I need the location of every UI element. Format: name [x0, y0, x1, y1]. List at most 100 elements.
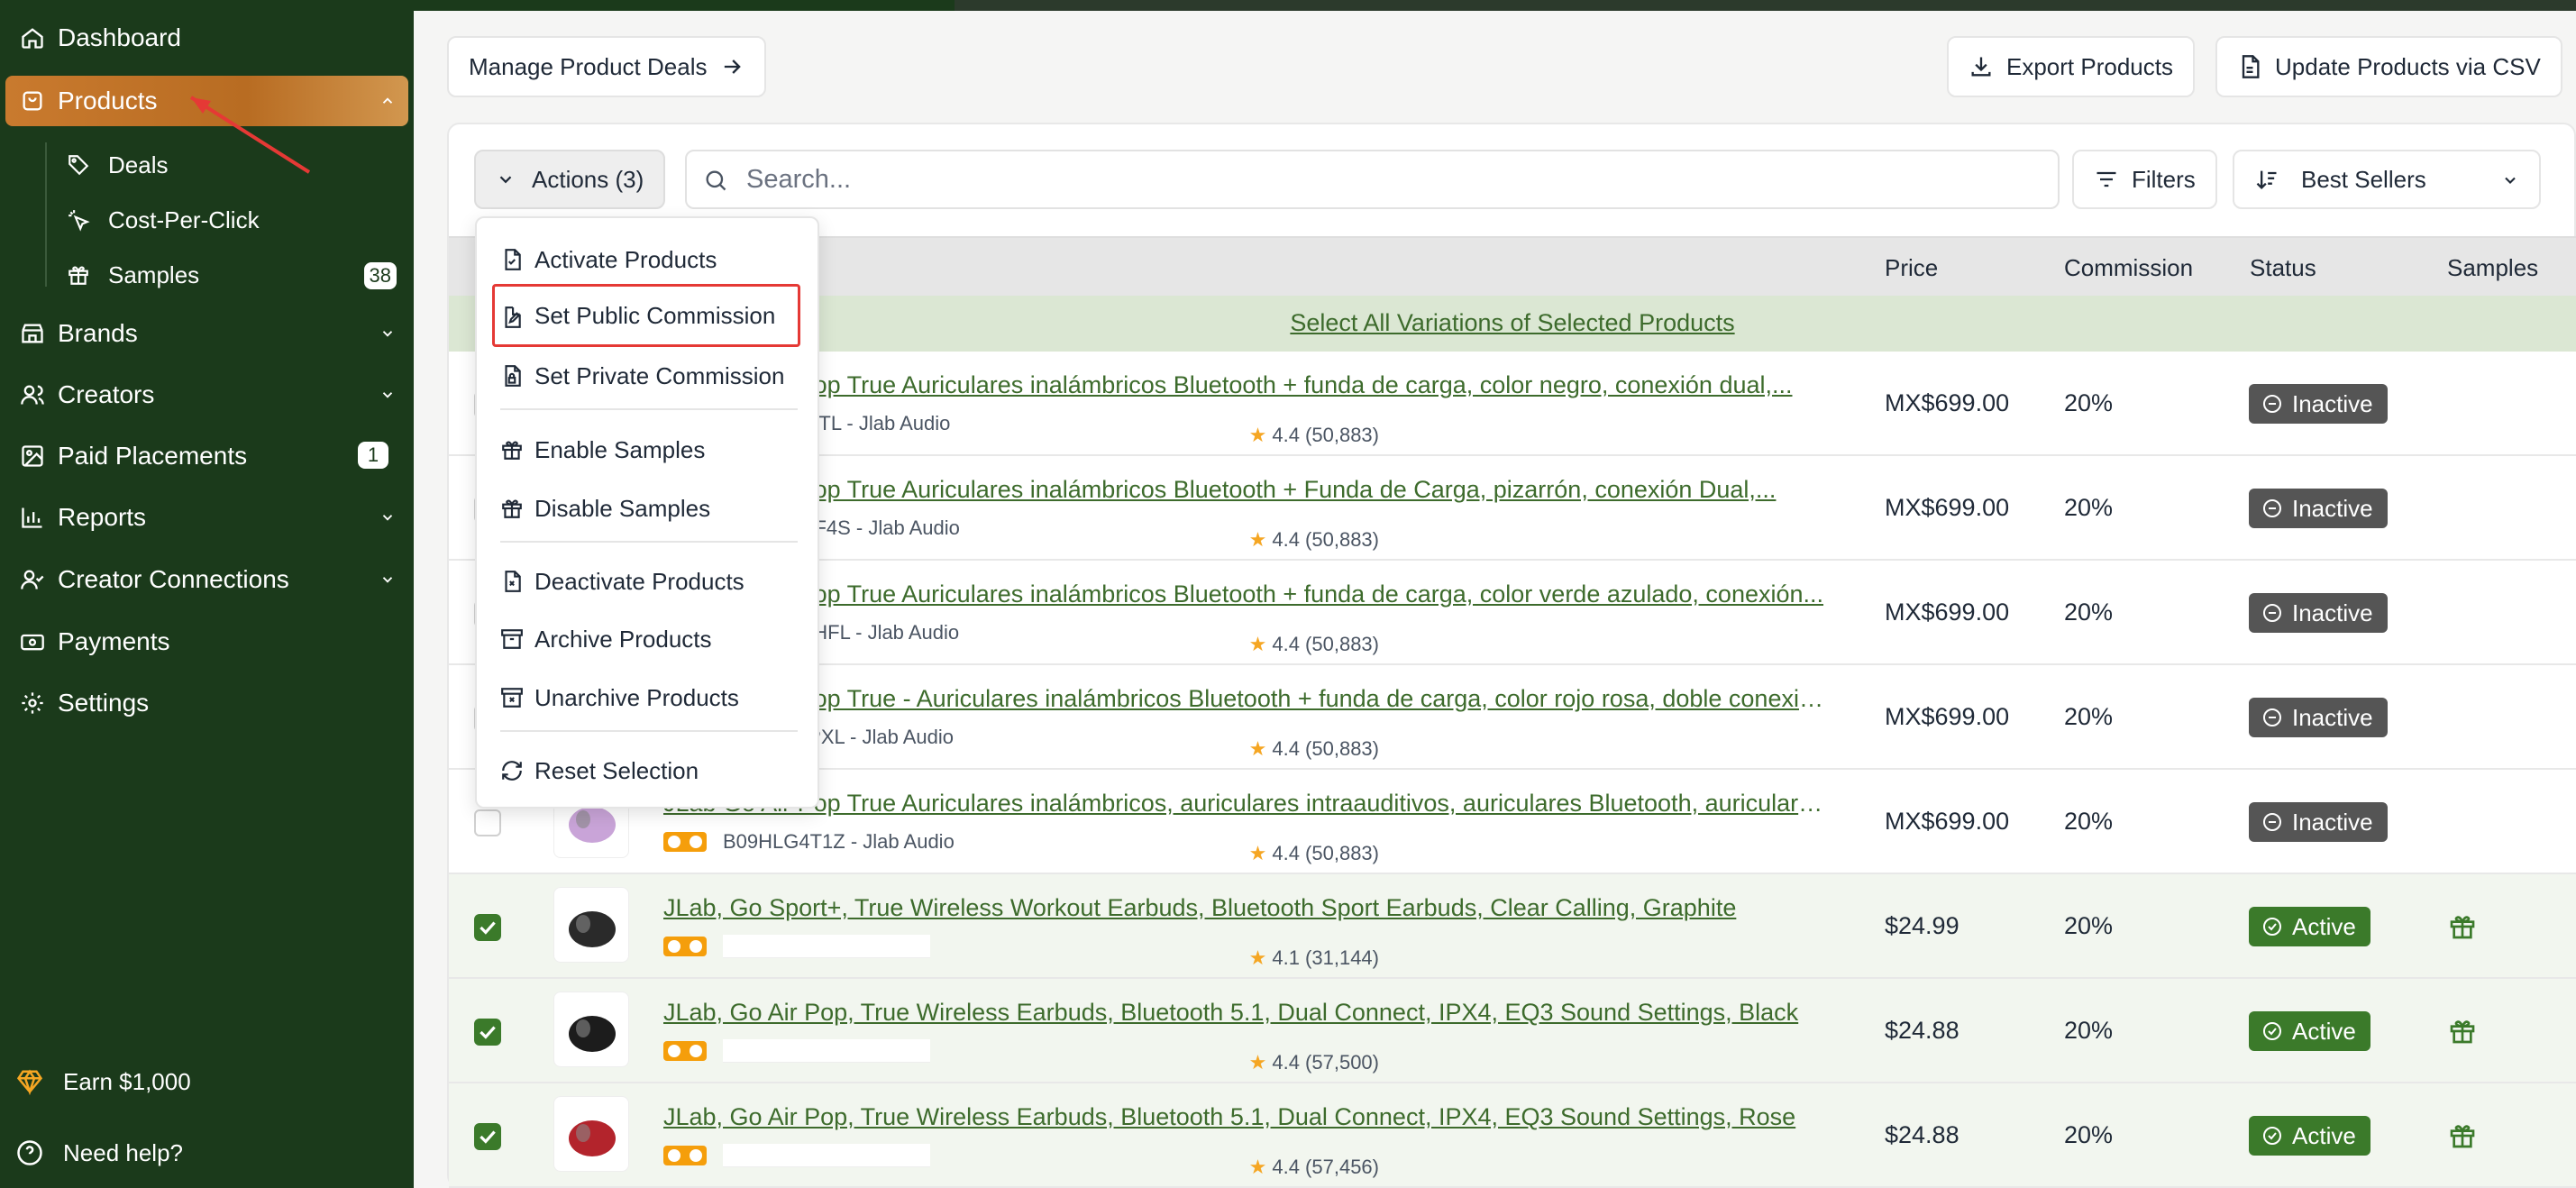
row-checkbox[interactable]	[474, 914, 501, 941]
menu-item-unarchive-products[interactable]: Unarchive Products	[495, 674, 803, 721]
minus-circle-icon	[2263, 604, 2281, 622]
menu-item-deactivate-products[interactable]: Deactivate Products	[495, 558, 803, 605]
gift-icon[interactable]	[2448, 1121, 2477, 1150]
filters-button[interactable]: Filters	[2072, 150, 2217, 209]
product-thumbnail	[553, 992, 629, 1067]
sidebar-item-creator-connections[interactable]: Creator Connections	[5, 554, 408, 605]
table-row[interactable]: JLab, Go Air Pop, True Wireless Earbuds,…	[449, 1083, 2576, 1188]
menu-separator	[500, 541, 798, 543]
product-rating: ★ 4.4 (57,456)	[1249, 1156, 1379, 1179]
product-rating: ★ 4.4 (50,883)	[1249, 424, 1379, 447]
chevron-down-icon[interactable]	[379, 509, 396, 525]
rating-value: 4.1 (31,144)	[1272, 946, 1379, 969]
earn-referral-link[interactable]: Earn $1,000	[16, 1062, 191, 1101]
gift-icon[interactable]	[2448, 1017, 2477, 1046]
sort-select[interactable]: Best Sellers	[2233, 150, 2541, 209]
minus-circle-icon	[2263, 395, 2281, 413]
product-rating: ★ 4.1 (31,144)	[1249, 946, 1379, 970]
chevron-down-icon[interactable]	[379, 387, 396, 403]
amazon-badge-icon	[663, 832, 707, 852]
sidebar-item-brands[interactable]: Brands	[5, 308, 408, 359]
rating-value: 4.4 (57,500)	[1272, 1051, 1379, 1074]
product-title-link[interactable]: JLab Go Air Pop True Auriculares inalámb…	[663, 790, 1826, 818]
status-label: Inactive	[2292, 599, 2373, 626]
menu-item-activate-products[interactable]: Activate Products	[495, 236, 803, 283]
row-checkbox[interactable]	[474, 1019, 501, 1046]
product-sku: B09HLG4T1Z - Jlab Audio	[723, 830, 955, 853]
table-row[interactable]: JLab, Go Sport+, True Wireless Workout E…	[449, 874, 2576, 979]
menu-item-set-public-commission[interactable]: Set Public Commission	[492, 284, 800, 347]
amazon-badge-icon	[663, 1146, 707, 1165]
sidebar-item-products[interactable]: Products	[5, 76, 408, 126]
row-checkbox[interactable]	[474, 1123, 501, 1150]
status-badge[interactable]: Inactive	[2249, 593, 2388, 633]
column-header-status[interactable]: Status	[2250, 254, 2316, 282]
actions-dropdown-button[interactable]: Actions (3)	[474, 150, 666, 209]
users-icon	[21, 385, 44, 405]
update-products-csv-label: Update Products via CSV	[2275, 52, 2541, 80]
manage-product-deals-button[interactable]: Manage Product Deals	[447, 36, 767, 97]
product-meta	[663, 1038, 930, 1064]
redacted-sku	[723, 1039, 930, 1063]
status-badge[interactable]: Inactive	[2249, 802, 2388, 842]
product-title-link[interactable]: JLab Go Air Pop True Auriculares inalámb…	[663, 371, 1826, 399]
sidebar-item-cost-per-click[interactable]: Cost-Per-Click	[63, 196, 397, 243]
sidebar-item-reports[interactable]: Reports	[5, 492, 408, 543]
gift-icon[interactable]	[2448, 912, 2477, 941]
export-products-button[interactable]: Export Products	[1947, 36, 2195, 97]
status-badge[interactable]: Active	[2249, 1116, 2370, 1156]
column-header-samples[interactable]: Samples	[2447, 254, 2538, 282]
status-label: Active	[2292, 1017, 2356, 1045]
product-price: MX$699.00	[1885, 703, 2010, 730]
sidebar-item-paid-placements[interactable]: Paid Placements 1	[5, 431, 408, 481]
sidebar-item-deals[interactable]: Deals	[63, 142, 397, 188]
product-title-link[interactable]: JLab Go Air Pop True Auriculares inalámb…	[663, 580, 1826, 608]
status-label: Inactive	[2292, 494, 2373, 522]
table-row[interactable]: JLab, Go Air Pop, True Wireless Earbuds,…	[449, 979, 2576, 1083]
store-icon	[22, 324, 43, 343]
menu-item-reset-selection[interactable]: Reset Selection	[495, 747, 803, 794]
product-price: MX$699.00	[1885, 599, 2010, 626]
sidebar-item-dashboard[interactable]: Dashboard	[5, 13, 408, 63]
status-badge[interactable]: Inactive	[2249, 698, 2388, 737]
export-products-label: Export Products	[2006, 52, 2173, 80]
column-header-price[interactable]: Price	[1885, 254, 1938, 282]
product-price: $24.88	[1885, 1121, 1959, 1148]
product-title-link[interactable]: JLab, Go Air Pop, True Wireless Earbuds,…	[663, 999, 1826, 1027]
status-badge[interactable]: Inactive	[2249, 384, 2388, 424]
product-title-link[interactable]: JLab, Go Sport+, True Wireless Workout E…	[663, 894, 1826, 922]
product-thumbnail	[553, 1096, 629, 1172]
column-header-commission[interactable]: Commission	[2064, 254, 2193, 282]
menu-item-label: Disable Samples	[534, 494, 711, 522]
sidebar-item-samples[interactable]: Samples 38	[63, 251, 397, 298]
chevron-up-icon[interactable]	[379, 93, 396, 109]
product-title-link[interactable]: JLab Go Air Pop True Auriculares inalámb…	[663, 476, 1826, 504]
status-badge[interactable]: Active	[2249, 907, 2370, 946]
sidebar-item-settings[interactable]: Settings	[5, 678, 408, 728]
search-field[interactable]	[685, 150, 2060, 209]
status-badge[interactable]: Active	[2249, 1011, 2370, 1051]
menu-item-set-private-commission[interactable]: Set Private Commission	[495, 352, 803, 399]
minus-circle-icon	[2263, 499, 2281, 517]
chevron-down-icon[interactable]	[379, 571, 396, 588]
amazon-badge-icon	[663, 937, 707, 956]
top-strip	[414, 0, 2576, 11]
product-title-link[interactable]: JLab, Go Air Pop, True Wireless Earbuds,…	[663, 1103, 1826, 1131]
row-checkbox[interactable]	[474, 809, 501, 836]
menu-item-enable-samples[interactable]: Enable Samples	[495, 426, 803, 473]
menu-item-disable-samples[interactable]: Disable Samples	[495, 485, 803, 532]
sidebar-item-creators[interactable]: Creators	[5, 370, 408, 420]
product-title-link[interactable]: JLab Go Air Pop True - Auriculares inalá…	[663, 685, 1826, 713]
product-commission: 20%	[2064, 703, 2114, 730]
update-products-csv-button[interactable]: Update Products via CSV	[2215, 36, 2562, 97]
status-badge[interactable]: Inactive	[2249, 489, 2388, 528]
star-icon: ★	[1248, 946, 1267, 969]
sidebar-item-payments[interactable]: Payments	[5, 617, 408, 667]
chevron-down-icon[interactable]	[379, 325, 396, 342]
status-label: Inactive	[2292, 808, 2373, 836]
submenu-rail	[45, 142, 47, 287]
help-link[interactable]: Need help?	[16, 1133, 183, 1173]
tag-icon	[69, 155, 89, 176]
search-input[interactable]	[746, 160, 2026, 198]
menu-item-archive-products[interactable]: Archive Products	[495, 616, 803, 663]
